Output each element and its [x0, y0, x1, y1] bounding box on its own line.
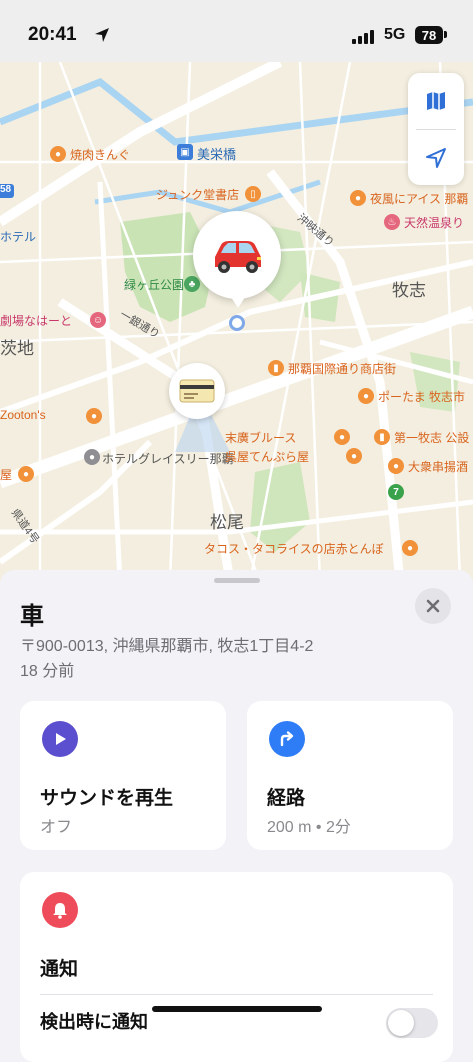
car-icon	[215, 241, 261, 273]
play-icon-circle	[42, 721, 78, 757]
theater-icon: ☺	[90, 312, 106, 328]
bookstore-icon: ▯	[245, 186, 261, 202]
network-type: 5G	[384, 26, 406, 43]
status-bar: 20:41 5G 78	[0, 0, 473, 62]
convenience-store-icon: 7	[388, 484, 404, 500]
restaurant-icon: ●	[50, 146, 66, 162]
directions-label: 経路	[267, 788, 306, 809]
restaurant-icon: ●	[346, 448, 362, 464]
row-divider	[40, 994, 433, 995]
restaurant-icon: ●	[86, 408, 102, 424]
map-label: 那覇国際通り商店街	[288, 362, 397, 376]
map-label: ポーたま 牧志市	[378, 390, 465, 404]
route-58-label: 58	[0, 184, 12, 195]
signal-icon	[352, 30, 374, 44]
map-label: 牧志	[392, 281, 426, 300]
sheet-grabber[interactable]	[214, 578, 260, 583]
status-time: 20:41	[28, 24, 77, 45]
map-label: Zooton's	[0, 408, 46, 422]
map-label: ジュンク堂書店	[156, 188, 240, 202]
map-label: ホテルグレイスリー那覇	[102, 452, 234, 466]
car-location-pin[interactable]	[193, 211, 281, 299]
map-label: 緑ヶ丘公園	[124, 278, 185, 292]
bar-icon: ●	[334, 429, 350, 445]
notifications-card: 通知 検出時に通知	[20, 872, 453, 1062]
map-label: 呉屋てんぷら屋	[225, 450, 310, 464]
play-sound-status: オフ	[40, 819, 73, 836]
last-seen-time: 18 分前	[20, 663, 75, 680]
map-label: 夜風にアイス 那覇	[370, 192, 469, 206]
map-controls	[408, 73, 464, 185]
battery-level: 78	[421, 27, 437, 43]
notify-when-found-label: 検出時に通知	[40, 1012, 148, 1032]
transit-card-pin[interactable]	[169, 363, 225, 419]
map-label: タコス・タコライスの店赤とんぼ	[204, 542, 384, 556]
item-address: 〒900-0013, 沖縄県那覇市, 牧志1丁目4-2	[20, 638, 314, 655]
map-label: 末廣ブルース	[225, 431, 297, 445]
map-mode-button[interactable]	[408, 73, 464, 129]
map-label: 屋	[0, 468, 13, 482]
navigation-arrow-icon	[426, 148, 446, 168]
directions-card[interactable]: 経路 200 m • 2分	[247, 701, 453, 850]
map-view[interactable]: 58 ● 焼肉きんぐ ▣ 美栄橋 ジュンク堂書店 ▯ ● 夜風にアイス 那覇 ♨…	[0, 62, 473, 582]
battery-tip	[444, 31, 447, 38]
bell-icon	[53, 903, 67, 919]
location-arrow-icon	[95, 28, 109, 42]
market-icon: ▮	[374, 429, 390, 445]
cafe-icon: ●	[350, 190, 366, 206]
restaurant-icon: ●	[18, 466, 34, 482]
restaurant-icon: ●	[388, 458, 404, 474]
turn-arrow-icon	[280, 731, 294, 747]
directions-icon-circle	[269, 721, 305, 757]
location-dot	[229, 315, 245, 331]
restaurant-icon: ●	[402, 540, 418, 556]
map-label: 焼肉きんぐ	[70, 148, 131, 162]
map-icon	[427, 92, 445, 110]
map-label: 茨地	[0, 339, 34, 358]
park-icon: ♣	[184, 276, 200, 292]
close-icon	[426, 599, 440, 613]
map-label: 天然温泉り	[404, 216, 465, 230]
home-indicator[interactable]	[152, 1006, 322, 1012]
restaurant-icon: ●	[358, 388, 374, 404]
play-sound-label: サウンドを再生	[40, 788, 174, 809]
station-icon: ▣	[177, 144, 193, 160]
map-label: ホテル	[0, 230, 37, 244]
notify-when-found-toggle[interactable]	[386, 1008, 438, 1038]
directions-distance: 200 m • 2分	[267, 819, 351, 836]
battery-icon: 78	[415, 26, 443, 44]
current-location-button[interactable]	[408, 130, 464, 186]
item-detail-sheet[interactable]: 車 〒900-0013, 沖縄県那覇市, 牧志1丁目4-2 18 分前 サウンド…	[0, 570, 473, 1062]
notifications-label: 通知	[40, 959, 79, 980]
close-button[interactable]	[415, 588, 451, 624]
map-label: 美栄橋	[197, 147, 237, 162]
shopping-icon: ▮	[268, 360, 284, 376]
notify-icon-circle	[42, 892, 78, 928]
hotel-icon: ●	[84, 449, 100, 465]
map-label: 松尾	[210, 513, 244, 532]
item-title: 車	[20, 603, 44, 630]
map-label: 大衆串揚酒	[408, 460, 469, 474]
transit-card-icon	[179, 379, 215, 403]
map-label: 第一牧志 公設	[394, 431, 470, 445]
play-sound-card[interactable]: サウンドを再生 オフ	[20, 701, 226, 850]
map-label: 劇場なはーと	[0, 314, 73, 328]
play-icon	[56, 733, 66, 745]
toggle-knob	[388, 1010, 414, 1036]
pin-tail	[229, 294, 247, 308]
onsen-icon: ♨	[384, 214, 400, 230]
